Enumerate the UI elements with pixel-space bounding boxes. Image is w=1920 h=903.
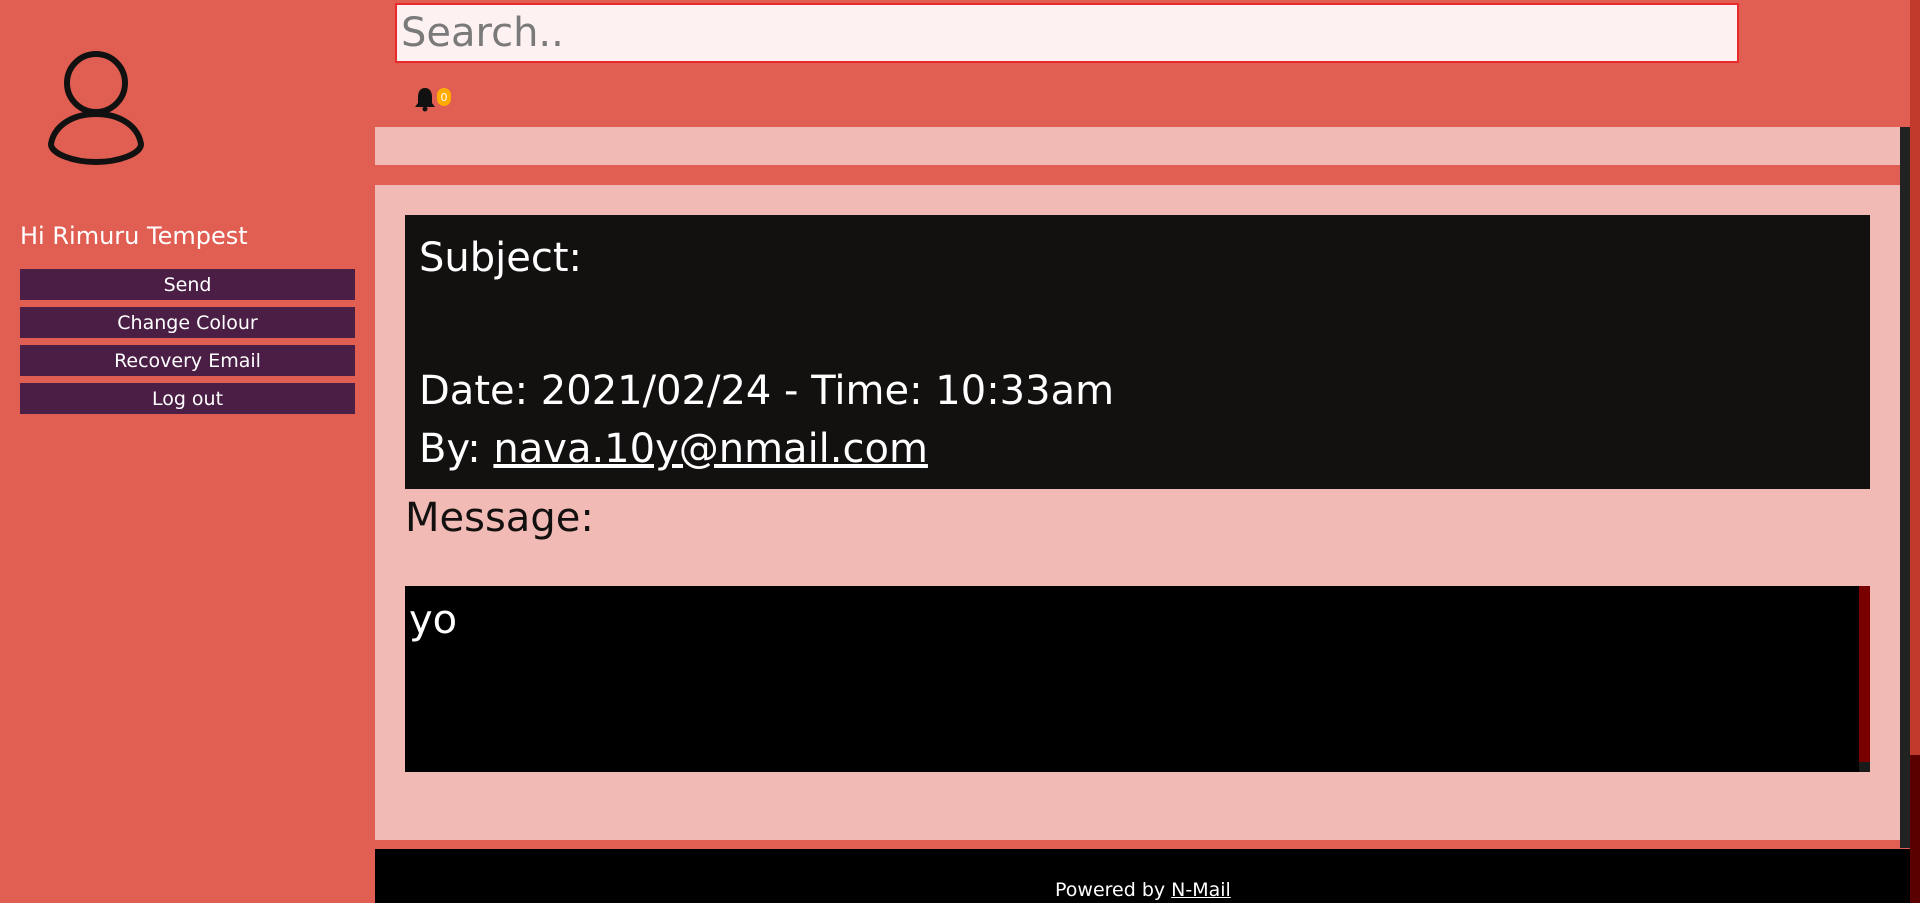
message-box[interactable]: yo <box>405 586 1870 772</box>
email-date: Date: 2021/02/24 - Time: 10:33am <box>419 368 1115 414</box>
message-body: yo <box>409 597 458 643</box>
message-scrollbar[interactable] <box>1859 586 1870 762</box>
notification-count-badge: 0 <box>437 88 451 106</box>
search-input[interactable] <box>395 3 1739 63</box>
content-scrollbar[interactable] <box>1900 127 1910 848</box>
sender-link[interactable]: nava.10y@nmail.com <box>493 426 928 472</box>
sender-label: By: <box>419 426 494 472</box>
page-scrollbar-thumb[interactable] <box>1910 0 1920 755</box>
nmail-link[interactable]: N-Mail <box>1171 879 1231 901</box>
change-colour-button[interactable]: Change Colour <box>20 307 355 338</box>
email-header: Subject: Date: 2021/02/24 - Time: 10:33a… <box>405 215 1870 489</box>
user-icon <box>47 51 145 166</box>
message-scrollbar-corner <box>1859 762 1870 772</box>
send-button[interactable]: Send <box>20 269 355 300</box>
recovery-email-button[interactable]: Recovery Email <box>20 345 355 376</box>
footer-prefix: Powered by <box>1055 879 1172 901</box>
sidebar: Hi Rimuru Tempest Send Change Colour Rec… <box>0 0 375 903</box>
footer-text: Powered by N-Mail <box>1055 879 1231 901</box>
log-out-button[interactable]: Log out <box>20 383 355 414</box>
message-label: Message: <box>405 495 594 541</box>
email-sender-line: By: nava.10y@nmail.com <box>419 426 928 472</box>
subject-label: Subject: <box>419 235 583 281</box>
user-greeting: Hi Rimuru Tempest <box>20 222 248 250</box>
bell-icon[interactable] <box>413 86 437 112</box>
main-top-strip <box>375 127 1901 165</box>
footer: Powered by N-Mail <box>375 849 1910 903</box>
